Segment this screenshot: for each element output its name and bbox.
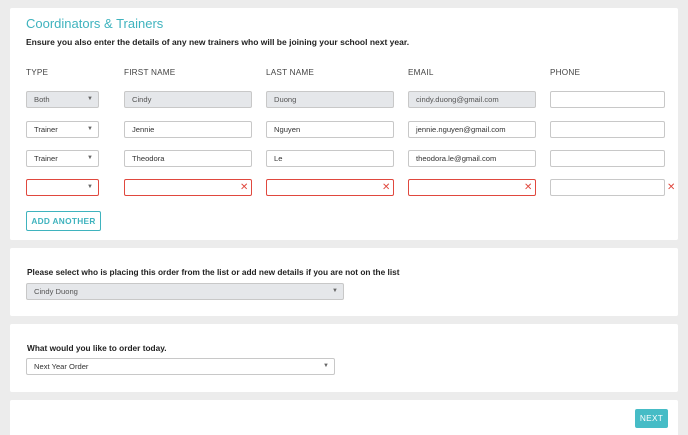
chevron-down-icon: ▼	[332, 288, 338, 294]
order-type-select[interactable]: Next Year Order ▼	[26, 358, 335, 375]
email-input[interactable]	[408, 179, 536, 196]
chevron-down-icon: ▼	[87, 155, 93, 161]
type-select[interactable]: Trainer ▼	[26, 121, 99, 138]
error-x-icon: ✕	[524, 182, 533, 193]
type-select-value: Trainer	[34, 125, 58, 134]
column-header-email: EMAIL	[408, 68, 434, 77]
chevron-down-icon: ▼	[87, 96, 93, 102]
email-input[interactable]: theodora.le@gmail.com	[408, 150, 536, 167]
chevron-down-icon: ▼	[323, 363, 329, 369]
email-input[interactable]: jennie.nguyen@gmail.com	[408, 121, 536, 138]
order-type-select-value: Next Year Order	[34, 362, 89, 371]
coordinators-trainers-card: Coordinators & Trainers Ensure you also …	[10, 8, 678, 240]
error-x-icon: ✕	[240, 182, 249, 193]
last-name-input[interactable]: Nguyen	[266, 121, 394, 138]
type-select-value: Both	[34, 95, 50, 104]
order-placer-question: Please select who is placing this order …	[27, 267, 400, 277]
last-name-input[interactable]: Le	[266, 150, 394, 167]
order-type-question: What would you like to order today.	[27, 343, 167, 353]
email-input[interactable]: cindy.duong@gmail.com	[408, 91, 536, 108]
add-another-button[interactable]: ADD ANOTHER	[26, 211, 101, 231]
phone-input[interactable]	[550, 150, 665, 167]
column-header-first-name: FIRST NAME	[124, 68, 176, 77]
order-placer-select-value: Cindy Duong	[34, 287, 78, 296]
phone-input[interactable]	[550, 91, 665, 108]
footer-card: NEXT	[10, 400, 678, 435]
phone-input[interactable]	[550, 179, 665, 196]
order-placer-card: Please select who is placing this order …	[10, 248, 678, 316]
column-header-last-name: LAST NAME	[266, 68, 315, 77]
column-header-phone: PHONE	[550, 68, 581, 77]
chevron-down-icon: ▼	[87, 126, 93, 132]
section-title: Coordinators & Trainers	[26, 16, 164, 31]
column-header-type: TYPE	[26, 68, 49, 77]
type-select[interactable]: Trainer ▼	[26, 150, 99, 167]
error-x-icon: ✕	[667, 182, 676, 193]
first-name-input[interactable]: Theodora	[124, 150, 252, 167]
error-x-icon: ✕	[382, 182, 391, 193]
order-type-card: What would you like to order today. Next…	[10, 324, 678, 392]
first-name-input[interactable]	[124, 179, 252, 196]
type-select[interactable]: Both ▼	[26, 91, 99, 108]
phone-input[interactable]	[550, 121, 665, 138]
section-subtitle: Ensure you also enter the details of any…	[26, 37, 410, 47]
first-name-input[interactable]: Jennie	[124, 121, 252, 138]
type-select[interactable]: ▼	[26, 179, 99, 196]
last-name-input[interactable]: Duong	[266, 91, 394, 108]
next-button[interactable]: NEXT	[635, 409, 668, 428]
order-placer-select[interactable]: Cindy Duong ▼	[26, 283, 344, 300]
last-name-input[interactable]	[266, 179, 394, 196]
chevron-down-icon: ▼	[87, 184, 93, 190]
first-name-input[interactable]: Cindy	[124, 91, 252, 108]
type-select-value: Trainer	[34, 154, 58, 163]
